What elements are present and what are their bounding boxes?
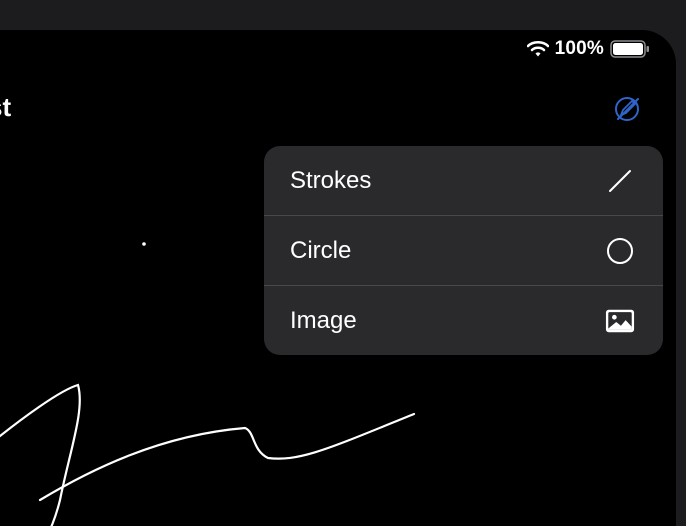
menu-item-circle[interactable]: Circle [264,215,663,285]
drawn-stroke [38,412,416,502]
diagonal-line-icon [605,166,635,196]
menu-item-label: Circle [290,236,352,264]
menu-item-label: Strokes [290,166,372,194]
status-bar: 100% [526,38,650,60]
menu-item-image[interactable]: Image [264,285,663,355]
menu-item-label: Image [290,306,357,334]
insert-menu: Strokes Circle Image [264,146,663,355]
pencil-tip-crossed-icon [615,97,639,121]
photo-icon [605,306,635,336]
drawn-stroke [0,383,81,526]
battery-percentage: 100% [554,38,604,59]
app-window: 100% st Strokes Circle Image [0,30,676,526]
wifi-icon [526,40,549,57]
pen-tool-button[interactable] [610,92,644,126]
battery-full-icon [610,40,649,58]
drawn-dot [142,242,146,246]
page-title: st [0,92,12,122]
menu-item-strokes[interactable]: Strokes [264,146,663,215]
circle-icon [605,236,635,266]
